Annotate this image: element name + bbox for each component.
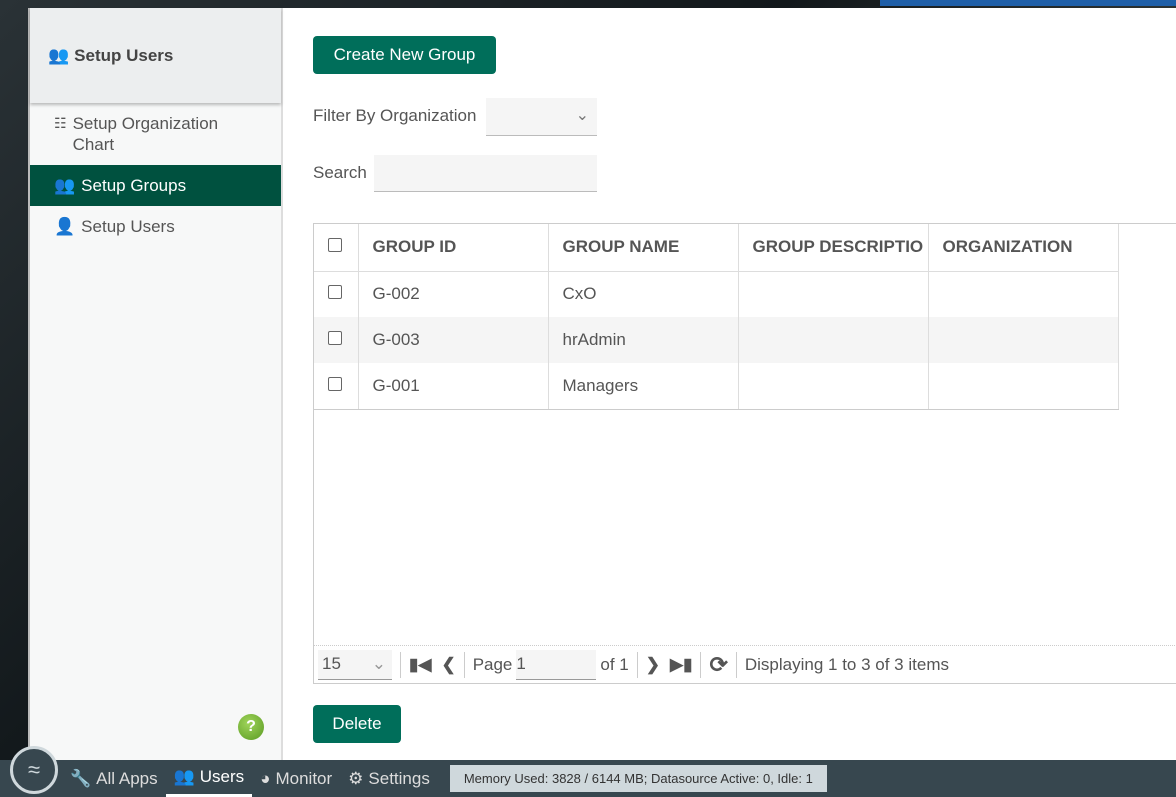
- table-row[interactable]: G-003 hrAdmin: [314, 317, 1119, 363]
- taskbar-settings[interactable]: ⚙ Settings: [340, 760, 438, 797]
- chevron-down-icon: ⌄: [371, 654, 386, 673]
- last-page-icon[interactable]: ▶▮: [670, 655, 692, 675]
- column-group-description[interactable]: GROUP DESCRIPTIO: [738, 224, 929, 272]
- divider: [463, 651, 465, 678]
- divider: [700, 651, 702, 678]
- cell-group-name: Managers: [548, 363, 739, 410]
- search-label: Search: [313, 163, 367, 182]
- sitemap-icon: ☷: [54, 115, 67, 131]
- main-content: Create New Group Filter By Organization …: [283, 8, 1176, 760]
- cell-group-id: G-003: [358, 317, 549, 363]
- sidebar-item-org-chart[interactable]: ☷ Setup Organization Chart: [30, 103, 281, 165]
- select-all-checkbox[interactable]: [328, 238, 342, 253]
- groups-grid: GROUP ID GROUP NAME GROUP DESCRIPTIO ORG…: [313, 223, 1176, 684]
- cell-organization: [928, 363, 1119, 410]
- cell-group-id: G-002: [358, 271, 549, 317]
- page-label: Page: [472, 654, 513, 674]
- cell-description: [738, 363, 929, 410]
- organization-filter-select[interactable]: ⌄: [486, 98, 597, 136]
- create-group-button[interactable]: Create New Group: [313, 36, 496, 74]
- cell-description: [738, 271, 929, 317]
- app-logo[interactable]: ≈: [10, 746, 58, 794]
- taskbar-all-apps[interactable]: 🔧 All Apps: [62, 760, 166, 797]
- column-group-id[interactable]: GROUP ID: [358, 224, 549, 272]
- table-row[interactable]: G-001 Managers: [314, 363, 1119, 410]
- help-icon[interactable]: ?: [238, 714, 264, 740]
- gauge-icon: ◕: [260, 768, 271, 788]
- sidebar-item-groups[interactable]: 👥 Setup Groups: [30, 165, 281, 206]
- divider: [400, 651, 401, 678]
- taskbar: 🔧 All Apps 👥 Users ◕ Monitor ⚙ Settings Memo…: [0, 760, 1176, 797]
- app-window: 👥 Setup Users ☷ Setup Organization Chart…: [28, 8, 1176, 760]
- prev-page-icon[interactable]: ❮: [441, 655, 455, 675]
- cell-group-name: hrAdmin: [548, 317, 739, 363]
- cell-organization: [928, 317, 1119, 363]
- page-count: of 1: [600, 654, 629, 674]
- page-size-select[interactable]: 15 ⌄: [318, 649, 392, 680]
- select-all-header: [314, 224, 359, 272]
- chevron-down-icon: ⌄: [575, 107, 589, 124]
- search-input[interactable]: [374, 155, 597, 192]
- row-checkbox[interactable]: [328, 285, 342, 300]
- page-input[interactable]: [516, 649, 597, 680]
- cell-group-name: CxO: [548, 271, 739, 317]
- pager: 15 ⌄ ▮◀ ❮ Page of 1 ❯ ▶▮ ⟳ Displaying 1 …: [314, 645, 1176, 683]
- users-icon: 👥: [54, 176, 76, 195]
- users-icon: 👥: [48, 45, 70, 65]
- wrench-icon: 🔧: [70, 768, 92, 788]
- refresh-icon[interactable]: ⟳: [709, 652, 727, 678]
- taskbar-users[interactable]: 👥 Users: [165, 760, 253, 797]
- cogs-icon: ⚙: [348, 768, 364, 788]
- users-icon: 👥: [173, 767, 195, 786]
- first-page-icon[interactable]: ▮◀: [409, 655, 431, 675]
- user-icon: 👤: [54, 217, 76, 236]
- sidebar: 👥 Setup Users ☷ Setup Organization Chart…: [30, 8, 283, 760]
- row-checkbox[interactable]: [328, 376, 342, 391]
- sidebar-title: Setup Users: [74, 45, 174, 65]
- status-readout: Memory Used: 3828 / 6144 MB; Datasource …: [449, 765, 827, 792]
- cell-organization: [928, 271, 1119, 317]
- table-row[interactable]: G-002 CxO: [314, 271, 1119, 317]
- logo-icon: ≈: [27, 757, 41, 782]
- taskbar-monitor[interactable]: ◕ Monitor: [252, 760, 340, 797]
- top-bar-accent: [880, 0, 1176, 6]
- next-page-icon[interactable]: ❯: [646, 655, 660, 675]
- sidebar-header: 👥 Setup Users: [30, 8, 281, 103]
- delete-button[interactable]: Delete: [313, 705, 401, 743]
- sidebar-item-users[interactable]: 👤 Setup Users: [30, 206, 281, 247]
- divider: [735, 651, 737, 678]
- column-group-name[interactable]: GROUP NAME: [548, 224, 739, 272]
- cell-group-id: G-001: [358, 363, 549, 410]
- pager-info: Displaying 1 to 3 of 3 items: [744, 654, 949, 674]
- row-checkbox[interactable]: [328, 331, 342, 345]
- filter-label: Filter By Organization: [313, 106, 477, 125]
- column-organization[interactable]: ORGANIZATION: [928, 224, 1119, 272]
- cell-description: [738, 317, 929, 363]
- divider: [636, 651, 638, 678]
